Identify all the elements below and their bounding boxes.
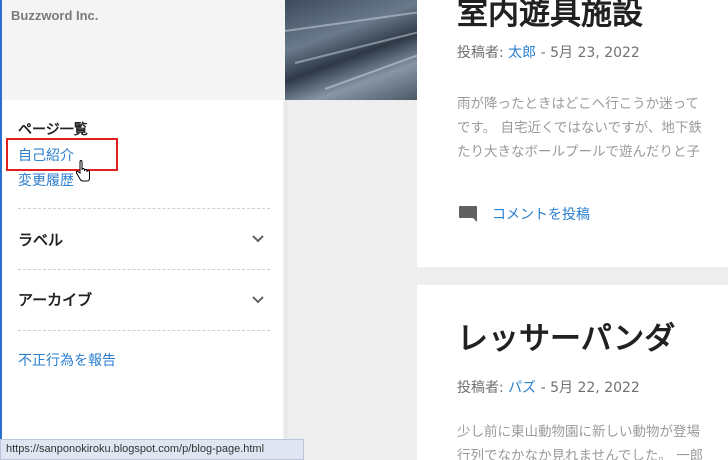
- excerpt-line: たり大きなボールプールで遊んだりと子: [457, 144, 700, 160]
- excerpt-line: 雨が降ったときはどこへ行こうか迷って: [457, 96, 699, 112]
- comment-icon[interactable]: [457, 203, 479, 225]
- chevron-down-icon[interactable]: [251, 295, 265, 305]
- post-thumbnail-image[interactable]: [285, 0, 417, 100]
- post-meta: 投稿者: パズ - 5月 22, 2022: [457, 377, 640, 397]
- divider: [18, 208, 270, 209]
- excerpt-line: です。 自宅近くではないですが、地下鉄: [457, 120, 702, 136]
- sidebar: Buzzword Inc. ページ一覧 自己紹介 変更履歴 ラベル アーカイブ …: [0, 0, 285, 460]
- excerpt-line: 行列でなかなか見れませんでした。 一郎: [457, 448, 704, 460]
- author-link[interactable]: 太郎: [508, 45, 536, 61]
- post-title[interactable]: 室内遊具施設: [457, 0, 643, 33]
- blog-brand[interactable]: Buzzword Inc.: [11, 8, 98, 23]
- pages-widget-title: ページ一覧: [18, 122, 88, 138]
- post-card: レッサーパンダ 投稿者: パズ - 5月 22, 2022 少し前に東山動物園に…: [417, 285, 728, 460]
- divider: [18, 330, 270, 331]
- post-comment-link[interactable]: コメントを投稿: [492, 204, 590, 224]
- post-date[interactable]: - 5月 23, 2022: [536, 45, 640, 61]
- highlight-annotation: [6, 138, 118, 171]
- page-link-changelog[interactable]: 変更履歴: [18, 170, 74, 186]
- post-excerpt: 少し前に東山動物園に新しい動物が登場 行列でなかなか見れませんでした。 一郎: [457, 420, 703, 460]
- excerpt-line: 少し前に東山動物園に新しい動物が登場: [457, 424, 700, 440]
- hand-cursor-icon: [75, 160, 90, 182]
- post-card: 室内遊具施設 投稿者: 太郎 - 5月 23, 2022 雨が降ったときはどこへ…: [417, 0, 728, 267]
- divider: [18, 269, 270, 270]
- author-link[interactable]: パズ: [508, 380, 536, 396]
- post-excerpt: 雨が降ったときはどこへ行こうか迷って です。 自宅近くではないですが、地下鉄 た…: [457, 92, 702, 164]
- sidebar-shadow: [283, 100, 288, 460]
- chevron-down-icon[interactable]: [251, 234, 265, 244]
- sidebar-header: Buzzword Inc.: [2, 0, 285, 100]
- meta-prefix: 投稿者:: [457, 380, 509, 396]
- post-date[interactable]: - 5月 22, 2022: [536, 380, 640, 396]
- browser-status-url: https://sanponokiroku.blogspot.com/p/blo…: [0, 439, 304, 460]
- archive-widget-title[interactable]: アーカイブ: [18, 289, 92, 310]
- post-title[interactable]: レッサーパンダ: [457, 313, 675, 358]
- comment-action[interactable]: コメントを投稿: [457, 203, 590, 225]
- post-meta: 投稿者: 太郎 - 5月 23, 2022: [457, 42, 640, 62]
- labels-widget-title[interactable]: ラベル: [18, 229, 63, 250]
- report-abuse-link[interactable]: 不正行為を報告: [18, 350, 116, 370]
- meta-prefix: 投稿者:: [457, 45, 509, 61]
